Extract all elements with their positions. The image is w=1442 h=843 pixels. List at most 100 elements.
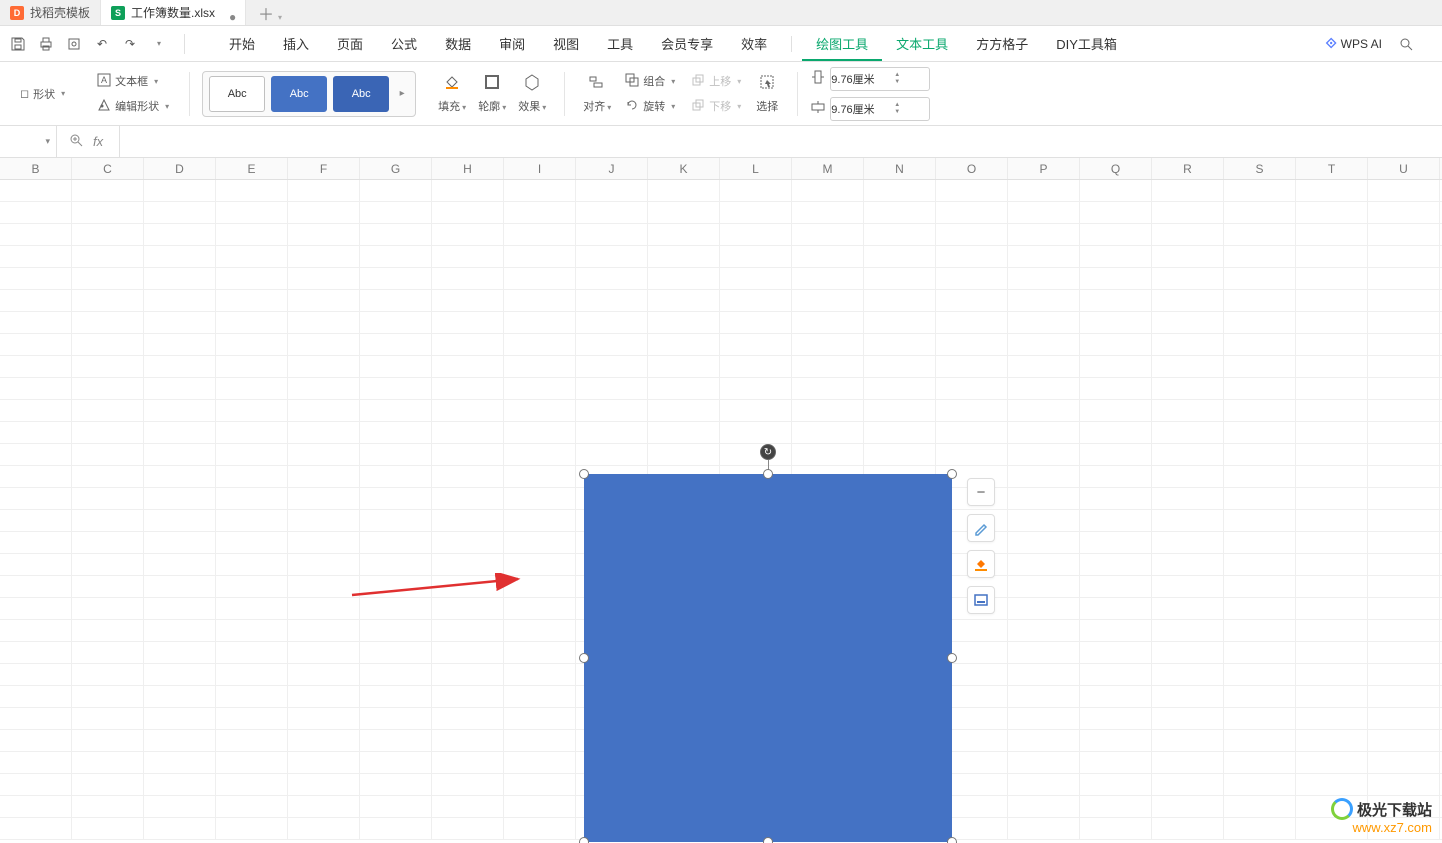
cell[interactable] [144, 510, 216, 531]
cell[interactable] [1008, 268, 1080, 289]
menu-efficiency[interactable]: 效率 [727, 26, 781, 61]
cell[interactable] [792, 290, 864, 311]
cell[interactable] [1224, 818, 1296, 839]
resize-handle-br[interactable] [947, 837, 957, 843]
rectangle-shape[interactable]: ↻ [584, 474, 952, 842]
cell[interactable] [1368, 312, 1440, 333]
cell[interactable] [72, 554, 144, 575]
cell[interactable] [576, 246, 648, 267]
cell[interactable] [648, 444, 720, 465]
cell[interactable] [720, 334, 792, 355]
cell[interactable] [1224, 202, 1296, 223]
menu-review[interactable]: 审阅 [485, 26, 539, 61]
cell[interactable] [432, 224, 504, 245]
cell[interactable] [576, 180, 648, 201]
cell[interactable] [864, 180, 936, 201]
cell[interactable] [1296, 246, 1368, 267]
cell[interactable] [1080, 686, 1152, 707]
cell[interactable] [1080, 356, 1152, 377]
cell[interactable] [1296, 444, 1368, 465]
cell[interactable] [1080, 268, 1152, 289]
cell[interactable] [0, 180, 72, 201]
cell[interactable] [288, 708, 360, 729]
cell[interactable] [432, 268, 504, 289]
cell[interactable] [360, 180, 432, 201]
cell[interactable] [216, 202, 288, 223]
cell[interactable] [288, 796, 360, 817]
cell[interactable] [360, 620, 432, 641]
cell[interactable] [504, 290, 576, 311]
style-more[interactable]: ▸ [395, 88, 409, 99]
cell[interactable] [504, 730, 576, 751]
cell[interactable] [1152, 466, 1224, 487]
cell[interactable] [504, 642, 576, 663]
cell[interactable] [360, 466, 432, 487]
cell[interactable] [144, 664, 216, 685]
cell[interactable] [360, 378, 432, 399]
resize-handle-mr[interactable] [947, 653, 957, 663]
cell[interactable] [648, 268, 720, 289]
cell[interactable] [504, 180, 576, 201]
cell[interactable] [1224, 246, 1296, 267]
cell[interactable] [1368, 466, 1440, 487]
cell[interactable] [432, 180, 504, 201]
cell[interactable] [432, 686, 504, 707]
cell[interactable] [72, 246, 144, 267]
cell[interactable] [1296, 642, 1368, 663]
outline-button[interactable]: 轮廓▾ [472, 69, 512, 118]
cell[interactable] [1152, 488, 1224, 509]
cell[interactable] [72, 796, 144, 817]
cell[interactable] [1080, 422, 1152, 443]
cell[interactable] [216, 488, 288, 509]
cell[interactable] [216, 554, 288, 575]
cell[interactable] [0, 312, 72, 333]
cell[interactable] [288, 202, 360, 223]
cell[interactable] [72, 180, 144, 201]
cell[interactable] [1296, 422, 1368, 443]
cell[interactable] [0, 444, 72, 465]
cell[interactable] [1008, 378, 1080, 399]
cell[interactable] [936, 422, 1008, 443]
cell[interactable] [144, 224, 216, 245]
cell[interactable] [1368, 730, 1440, 751]
cell[interactable] [648, 334, 720, 355]
cell[interactable] [0, 378, 72, 399]
quick-tool-collapse[interactable]: − [967, 478, 995, 506]
cell[interactable] [0, 730, 72, 751]
cell[interactable] [432, 620, 504, 641]
cell[interactable] [1368, 708, 1440, 729]
cell[interactable] [288, 180, 360, 201]
resize-handle-bc[interactable] [763, 837, 773, 843]
menu-insert[interactable]: 插入 [269, 26, 323, 61]
column-header-C[interactable]: C [72, 158, 144, 179]
style-outline[interactable]: Abc [209, 76, 265, 112]
cell[interactable] [0, 224, 72, 245]
cell[interactable] [72, 290, 144, 311]
column-header-T[interactable]: T [1296, 158, 1368, 179]
cell[interactable] [1008, 246, 1080, 267]
cell[interactable] [1080, 312, 1152, 333]
cell[interactable] [792, 444, 864, 465]
cell[interactable] [72, 730, 144, 751]
select-button[interactable]: 选择 [749, 69, 785, 118]
cell[interactable] [1224, 422, 1296, 443]
menu-member[interactable]: 会员专享 [647, 26, 727, 61]
cell[interactable] [0, 246, 72, 267]
cell[interactable] [144, 488, 216, 509]
cell[interactable] [720, 180, 792, 201]
cell[interactable] [1224, 554, 1296, 575]
cell[interactable] [0, 598, 72, 619]
formula-input[interactable] [119, 126, 120, 157]
cell[interactable] [288, 400, 360, 421]
width-field[interactable] [831, 103, 889, 115]
column-header-D[interactable]: D [144, 158, 216, 179]
cell[interactable] [288, 422, 360, 443]
cell[interactable] [288, 356, 360, 377]
cell[interactable] [0, 554, 72, 575]
cell[interactable] [144, 796, 216, 817]
cell[interactable] [216, 510, 288, 531]
cell[interactable] [360, 774, 432, 795]
cell[interactable] [1080, 576, 1152, 597]
rotate-button[interactable]: 旋转 ▾ [617, 95, 683, 118]
menu-drawing[interactable]: 绘图工具 [802, 26, 882, 61]
